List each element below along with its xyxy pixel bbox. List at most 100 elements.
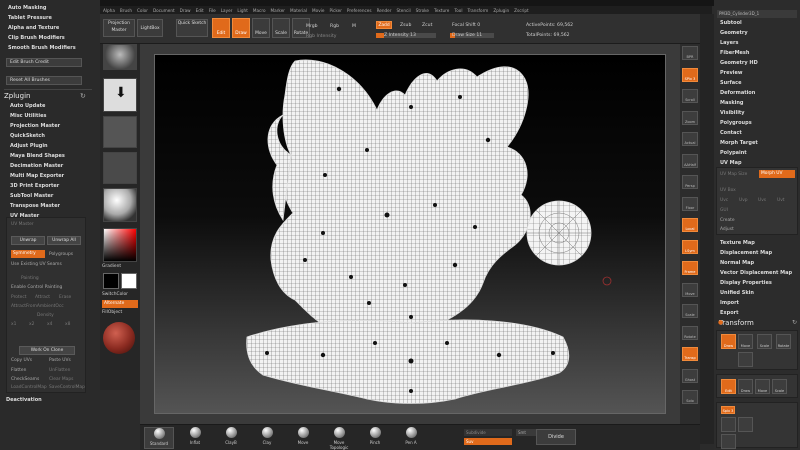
- transform-move-button[interactable]: Move: [738, 334, 753, 349]
- suv-toggle[interactable]: Suv: [464, 438, 512, 445]
- brush-clayb[interactable]: ClayB: [216, 427, 246, 449]
- menu-brush[interactable]: Brush: [120, 8, 132, 13]
- divide-button[interactable]: Divide: [536, 429, 576, 445]
- uv-box-button[interactable]: UV Box: [720, 188, 736, 193]
- uvs-button[interactable]: Uvs: [758, 198, 766, 203]
- zplugin-item-maya-blend-shapes[interactable]: Maya Blend Shapes: [10, 152, 96, 161]
- density-x2[interactable]: x2: [29, 322, 34, 327]
- zplugin-item-subtool-master[interactable]: SubTool Master: [10, 192, 96, 201]
- shelf-ghost-button[interactable]: Ghost: [682, 368, 698, 383]
- mrgb-toggle[interactable]: Mrgb: [306, 24, 318, 29]
- shelf-transp-button[interactable]: Transp: [682, 347, 698, 361]
- shelf-scroll-button[interactable]: Scroll: [682, 89, 698, 103]
- menu-render[interactable]: Render: [377, 8, 392, 13]
- current-brush-thumbnail[interactable]: [103, 44, 137, 70]
- copy-uvs-button[interactable]: Copy UVs: [11, 358, 32, 363]
- subdivide-slider[interactable]: Subdivide: [464, 429, 512, 436]
- brush-pinch[interactable]: Pinch: [360, 427, 390, 449]
- shelf-bpr-button[interactable]: BPR: [682, 46, 698, 60]
- tool-menu-polypaint[interactable]: Polypaint: [720, 148, 796, 158]
- projection-master-button[interactable]: Projection Master: [103, 19, 135, 37]
- tool-menu-masking[interactable]: Masking: [720, 98, 796, 108]
- menu-edit[interactable]: Edit: [196, 8, 204, 13]
- transform-scale-button[interactable]: Scale: [757, 334, 772, 349]
- shelf-local-button[interactable]: Local: [682, 218, 698, 232]
- menu-color[interactable]: Color: [137, 8, 148, 13]
- zplugin-item-3d-print-exporter[interactable]: 3D Print Exporter: [10, 182, 96, 191]
- camera-icon[interactable]: [738, 352, 753, 367]
- unwrap-all-button[interactable]: Unwrap All: [47, 236, 81, 245]
- menu-file[interactable]: File: [209, 8, 216, 13]
- menu-movie[interactable]: Movie: [312, 8, 324, 13]
- checkseams-button[interactable]: CheckSeams: [11, 377, 39, 382]
- shelf-lsym-button[interactable]: LSym: [682, 239, 698, 254]
- switch-color-button[interactable]: SwitchColor: [102, 292, 128, 297]
- tool-menu-geometry-hd[interactable]: Geometry HD: [720, 58, 796, 68]
- zplugin-item-transpose-master[interactable]: Transpose Master: [10, 202, 96, 211]
- spix-button[interactable]: Spix 3: [721, 406, 735, 414]
- save-control-map-button[interactable]: SaveControlMap: [49, 385, 85, 390]
- menu-draw[interactable]: Draw: [180, 8, 191, 13]
- shelf-aahalf-button[interactable]: AAHalf: [682, 153, 698, 168]
- rgb-toggle[interactable]: Rgb: [330, 24, 339, 29]
- tool-menu-normal-map[interactable]: Normal Map: [720, 258, 796, 268]
- transform-title[interactable]: Transform: [716, 318, 798, 328]
- edit-mode-button[interactable]: Edit: [212, 18, 230, 38]
- shelf-persp-button[interactable]: Persp: [682, 175, 698, 189]
- uvp-button[interactable]: Uvp: [739, 198, 748, 203]
- frame-icon[interactable]: [721, 417, 736, 432]
- density-x8[interactable]: x8: [65, 322, 70, 327]
- alpha-thumbnail[interactable]: [103, 116, 137, 148]
- shelf-solo-button[interactable]: Solo: [682, 390, 698, 404]
- zplugin-title[interactable]: Zplugin: [4, 91, 90, 101]
- menu-texture[interactable]: Texture: [434, 8, 449, 13]
- tool-menu-morph-target[interactable]: Morph Target: [720, 138, 796, 148]
- quick-sketch-button[interactable]: Quick Sketch: [176, 19, 208, 37]
- zcut-toggle[interactable]: Zcut: [422, 23, 432, 28]
- zplugin-item-multi-map-exporter[interactable]: Multi Map Exporter: [10, 172, 96, 181]
- zplugin-item-auto-update[interactable]: Auto Update: [10, 102, 96, 111]
- main-color-swatch[interactable]: [103, 273, 119, 289]
- erase-button[interactable]: Erase: [59, 295, 71, 300]
- m-toggle[interactable]: M: [352, 24, 356, 29]
- zplugin-item-decimation-master[interactable]: Decimation Master: [10, 162, 96, 171]
- shelf-frame-button[interactable]: Frame: [682, 261, 698, 275]
- attract-button[interactable]: Attract: [35, 295, 50, 300]
- menu-layer[interactable]: Layer: [221, 8, 233, 13]
- tool-menu-texture-map[interactable]: Texture Map: [720, 238, 796, 248]
- load-control-map-button[interactable]: LoadControlMap: [11, 385, 47, 390]
- unwrap-button[interactable]: Unwrap: [11, 236, 45, 245]
- menu-macro[interactable]: Macro: [253, 8, 266, 13]
- use-existing-seams-toggle[interactable]: Use Existing UV Seams: [11, 262, 62, 267]
- brush-pen-a[interactable]: Pen A: [396, 427, 426, 449]
- brush-inflat[interactable]: Inflat: [180, 427, 210, 449]
- draw-mode-button[interactable]: Draw: [232, 18, 250, 38]
- menu-stroke[interactable]: Stroke: [416, 8, 429, 13]
- left-item-clip-brush-modifiers[interactable]: Clip Brush Modifiers: [8, 34, 94, 43]
- current-tool-label[interactable]: PM3D_Cylinder3D_1: [717, 10, 797, 18]
- rgb-intensity-slider[interactable]: Rgb Intensity: [306, 34, 336, 39]
- brush-standard[interactable]: Standard: [144, 427, 174, 449]
- menu-picker[interactable]: Picker: [329, 8, 341, 13]
- tool-menu-display-properties[interactable]: Display Properties: [720, 278, 796, 288]
- zplugin-item-misc-utilities[interactable]: Misc Utilities: [10, 112, 96, 121]
- panel-draw-button[interactable]: Draw: [738, 379, 753, 394]
- menu-tool[interactable]: Tool: [454, 8, 462, 13]
- brush-move[interactable]: Move: [288, 427, 318, 449]
- menu-alpha[interactable]: Alpha: [103, 8, 115, 13]
- menu-zscript[interactable]: Zscript: [514, 8, 529, 13]
- unflatten-button[interactable]: UnFlatten: [49, 368, 70, 373]
- left-item-tablet-pressure[interactable]: Tablet Pressure: [8, 14, 94, 23]
- brush-clay[interactable]: Clay: [252, 427, 282, 449]
- scale-mode-button[interactable]: Scale: [272, 18, 290, 38]
- left-item-alpha-and-texture[interactable]: Alpha and Texture: [8, 24, 94, 33]
- panel-edit-button[interactable]: Edit: [721, 379, 736, 394]
- menu-material[interactable]: Material: [290, 8, 307, 13]
- panel-move-button[interactable]: Move: [755, 379, 770, 394]
- shelf-spix-3-button[interactable]: SPix 3: [682, 67, 698, 82]
- menu-marker[interactable]: Marker: [271, 8, 285, 13]
- tool-menu-export[interactable]: Export: [720, 308, 796, 318]
- rotate-icon[interactable]: [721, 434, 736, 449]
- menu-light[interactable]: Light: [237, 8, 247, 13]
- enable-control-painting-toggle[interactable]: Enable Control Painting: [11, 285, 62, 290]
